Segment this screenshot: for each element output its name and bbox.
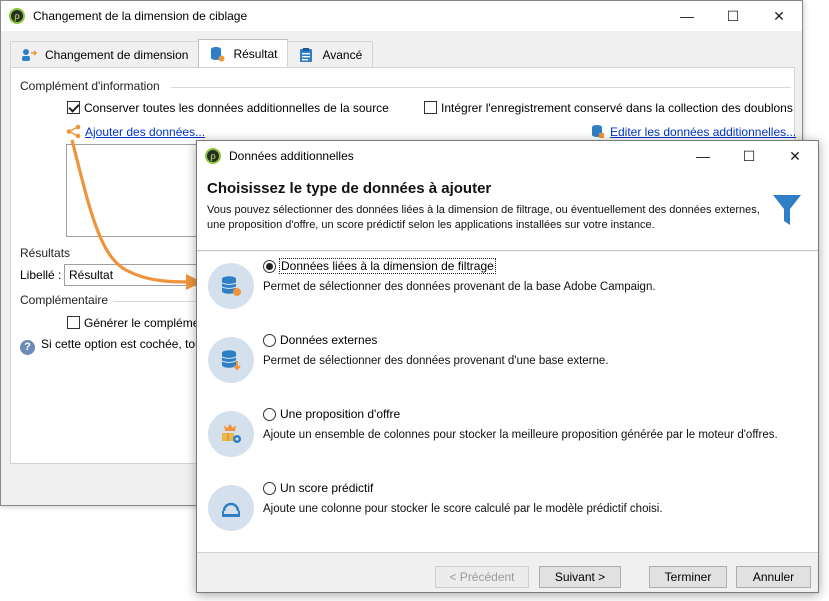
radio-button[interactable]	[263, 481, 276, 495]
maximize-button[interactable]: ☐	[726, 141, 772, 171]
dialog-title-bar: ρ Données additionnelles — ☐ ✕	[197, 141, 818, 171]
dialog-heading: Choisissez le type de données à ajouter	[207, 180, 492, 197]
option-title-row[interactable]: Une proposition d'offre	[263, 407, 400, 421]
option-description: Ajoute un ensemble de colonnes pour stoc…	[263, 429, 778, 441]
option-label: Données liées à la dimension de filtrage	[279, 258, 496, 274]
data-type-options: Données liées à la dimension de filtrage…	[197, 252, 818, 552]
next-button[interactable]: Suivant >	[539, 566, 621, 588]
option-offer-proposition[interactable]: Une proposition d'offre Ajoute un ensemb…	[197, 407, 818, 477]
radio-button[interactable]	[263, 259, 276, 273]
additional-data-dialog: ρ Données additionnelles — ☐ ✕ Choisisse…	[196, 140, 819, 593]
option-title-row[interactable]: Données liées à la dimension de filtrage	[263, 258, 496, 274]
dialog-title: Données additionnelles	[229, 149, 354, 163]
option-label: Données externes	[280, 333, 378, 347]
radio-button[interactable]	[263, 407, 276, 421]
predictive-score-icon	[208, 485, 254, 531]
finish-button[interactable]: Terminer	[649, 566, 727, 588]
option-title-row[interactable]: Un score prédictif	[263, 481, 373, 495]
previous-button[interactable]: < Précédent	[435, 566, 529, 588]
radio-button[interactable]	[263, 333, 276, 347]
option-label: Un score prédictif	[280, 481, 374, 495]
dialog-footer: < Précédent Suivant > Terminer Annuler	[197, 552, 818, 592]
dialog-description: Vous pouvez sélectionner des données lié…	[207, 204, 760, 231]
close-button[interactable]: ✕	[772, 141, 818, 171]
minimize-button[interactable]: —	[680, 141, 726, 171]
option-description: Permet de sélectionner des données prove…	[263, 355, 609, 367]
offer-icon	[208, 411, 254, 457]
option-label: Une proposition d'offre	[280, 407, 401, 421]
window-controls: — ☐ ✕	[680, 141, 818, 171]
app-logo-icon: ρ	[205, 148, 221, 164]
option-predictive-score[interactable]: Un score prédictif Ajoute une colonne po…	[197, 481, 818, 551]
database-icon	[208, 263, 254, 309]
dialog-header: Choisissez le type de données à ajouter …	[197, 171, 818, 251]
filter-funnel-icon	[773, 195, 801, 225]
cancel-button[interactable]: Annuler	[736, 566, 811, 588]
option-filtering-dimension-data[interactable]: Données liées à la dimension de filtrage…	[197, 258, 818, 329]
option-description: Permet de sélectionner des données prove…	[263, 281, 656, 293]
option-description: Ajoute une colonne pour stocker le score…	[263, 503, 663, 515]
external-database-icon	[208, 337, 254, 383]
option-title-row[interactable]: Données externes	[263, 333, 377, 347]
option-external-data[interactable]: Données externes Permet de sélectionner …	[197, 333, 818, 403]
